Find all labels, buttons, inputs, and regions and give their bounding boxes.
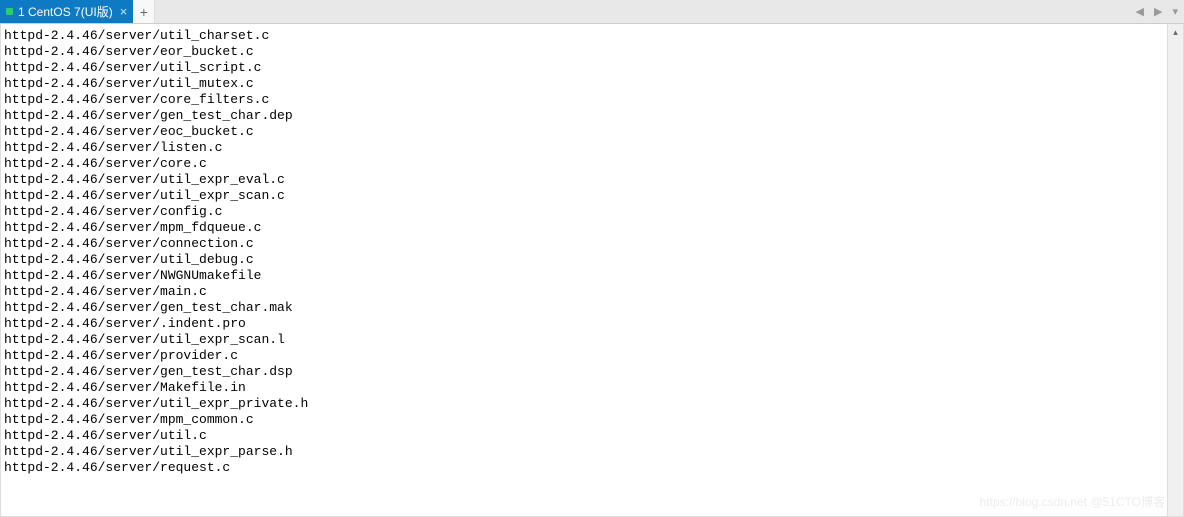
- plus-icon: +: [140, 4, 148, 20]
- tab-next-icon[interactable]: ▶: [1152, 5, 1164, 18]
- close-icon[interactable]: ×: [120, 5, 128, 18]
- add-tab-button[interactable]: +: [133, 0, 155, 23]
- tab-nav: ◀ ▶ ▾: [1134, 0, 1180, 23]
- terminal-output[interactable]: httpd-2.4.46/server/util_charset.c httpd…: [1, 24, 1183, 516]
- scroll-up-icon[interactable]: ▴: [1168, 24, 1183, 40]
- vertical-scrollbar[interactable]: ▴: [1167, 24, 1183, 516]
- tab-menu-icon[interactable]: ▾: [1170, 5, 1180, 18]
- tab-label: 1 CentOS 7(UI版): [18, 3, 113, 20]
- tab-bar: 1 CentOS 7(UI版) × + ◀ ▶ ▾: [0, 0, 1184, 24]
- tab-active[interactable]: 1 CentOS 7(UI版) ×: [0, 0, 133, 23]
- terminal-pane: httpd-2.4.46/server/util_charset.c httpd…: [0, 24, 1184, 517]
- status-indicator-icon: [6, 8, 13, 15]
- tab-prev-icon[interactable]: ◀: [1134, 5, 1146, 18]
